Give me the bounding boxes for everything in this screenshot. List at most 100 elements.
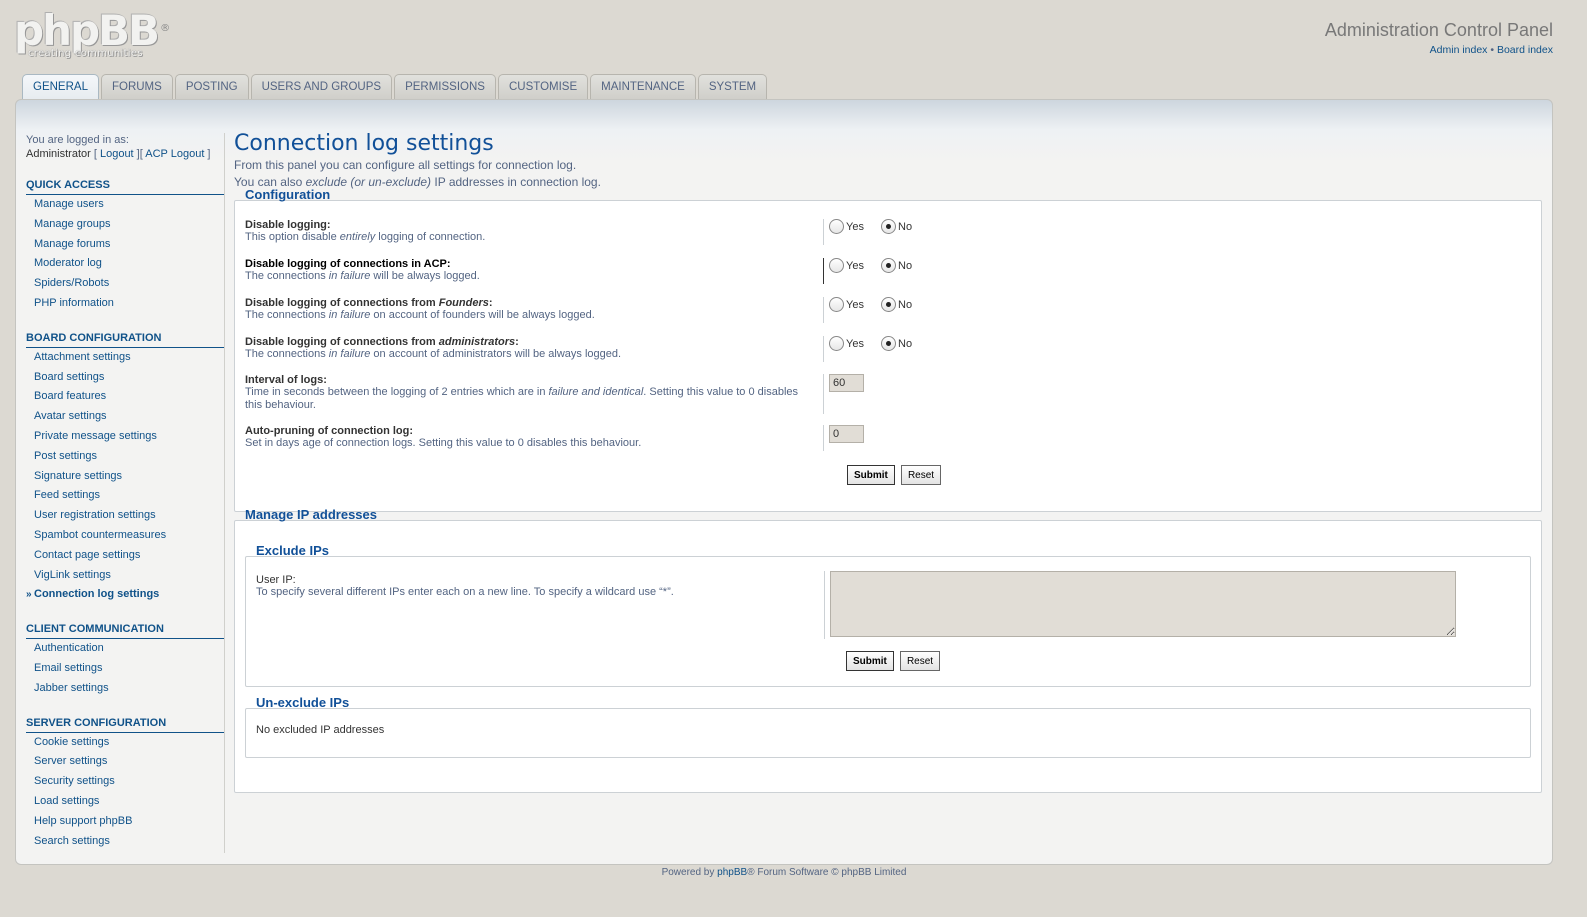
sidebar-item-php-information[interactable]: PHP information [26,294,225,314]
sidebar-item-load-settings[interactable]: Load settings [26,792,225,812]
disable-founders-options: Yes No [823,297,926,323]
interval-input[interactable] [829,374,864,392]
main-heading: Connection log settings [234,131,494,156]
sidebar-item-email-settings[interactable]: Email settings [26,659,225,679]
sidebar-item-contact-page-settings[interactable]: Contact page settings [26,546,225,566]
sidebar-item-manage-groups[interactable]: Manage groups [26,215,225,235]
disable-acp-no-radio[interactable] [881,258,897,273]
sidebar-item-manage-users[interactable]: Manage users [26,195,225,215]
menu-server-configuration: Server configuration Cookie settings Ser… [26,717,225,852]
sidebar-item-jabber-settings[interactable]: Jabber settings [26,679,225,699]
menu-quick-access: Quick access Manage users Manage groups … [26,179,225,314]
board-index-link[interactable]: Board index [1497,44,1553,56]
exclude-actions: Submit Reset [846,651,941,671]
disable-logging-title: Disable logging: [245,219,331,231]
interval-title: Interval of logs: [245,374,327,386]
username: Administrator [26,148,91,160]
exclude-submit-button[interactable]: Submit [846,651,894,671]
disable-founders-desc: The connections in failure on account of… [245,309,595,321]
disable-founders-no-radio[interactable] [881,297,897,312]
header-links: Admin index • Board index [1430,44,1553,56]
sidebar-item-feed-settings[interactable]: Feed settings [26,486,225,506]
unexclude-ips-fieldset: Un-exclude IPs No excluded IP addresses [245,695,1531,758]
manage-ip-fieldset: Manage IP addresses Exclude IPs User IP:… [234,507,1542,793]
no-excluded-ips-text: No excluded IP addresses [256,724,385,736]
page-title: Administration Control Panel [1324,20,1553,40]
disable-logging-options: Yes No [823,219,926,245]
admin-index-link[interactable]: Admin index [1430,44,1488,56]
sidebar-item-avatar-settings[interactable]: Avatar settings [26,407,225,427]
disable-acp-desc: The connections in failure will be alway… [245,270,480,282]
sidebar-item-private-message-settings[interactable]: Private message settings [26,427,225,447]
sidebar-item-board-features[interactable]: Board features [26,387,225,407]
intro-text-1: From this panel you can configure all se… [234,158,577,172]
pruning-desc: Set in days age of connection logs. Sett… [245,437,642,449]
intro-text-2: You can also exclude (or un-exclude) IP … [234,175,601,189]
main-content: Connection log settings From this panel … [234,131,1542,793]
disable-acp-title: Disable logging of connections in ACP: [245,258,451,270]
sidebar-item-moderator-log[interactable]: Moderator log [26,254,225,274]
sidebar-item-spambot-countermeasures[interactable]: Spambot countermeasures [26,526,225,546]
sidebar-item-manage-forums[interactable]: Manage forums [26,235,225,255]
header-link-separator: • [1490,44,1495,56]
disable-acp-yes-radio[interactable] [829,258,844,273]
sidebar-item-search-settings[interactable]: Search settings [26,832,225,852]
footer-powered-by: Powered by [661,867,718,878]
exclude-reset-button[interactable]: Reset [899,651,941,671]
disable-logging-desc: This option disable entirely logging of … [245,231,486,243]
logout-link[interactable]: Logout [100,148,134,160]
disable-admins-options: Yes No [823,336,926,362]
login-info: You are logged in as: Administrator [ Lo… [26,133,225,161]
sidebar-item-security-settings[interactable]: Security settings [26,772,225,792]
menu-heading: Server configuration [26,717,225,733]
menu-board-configuration: Board configuration Attachment settings … [26,332,225,605]
phpbb-logo[interactable]: phpBB ® creating communities [14,10,174,64]
pruning-input[interactable] [829,425,864,443]
exclude-ips-fieldset: Exclude IPs User IP: To specify several … [245,543,1531,687]
disable-admins-yes-radio[interactable] [829,336,844,351]
tab-maintenance[interactable]: Maintenance [590,74,696,100]
tab-forums[interactable]: Forums [100,74,173,100]
disable-founders-yes-radio[interactable] [829,297,844,312]
tab-general[interactable]: General [22,74,99,101]
disable-admins-no-radio[interactable] [881,336,897,351]
sidebar-item-board-settings[interactable]: Board settings [26,368,225,388]
configuration-fieldset: Configuration Disable logging: This opti… [234,187,1542,512]
disable-logging-no-radio[interactable] [881,219,897,234]
sidebar-item-signature-settings[interactable]: Signature settings [26,467,225,487]
sidebar-item-connection-log-settings[interactable]: Connection log settings [26,585,225,605]
user-ip-label: User IP: To specify several different IP… [256,574,816,598]
user-ip-desc: To specify several different IPs enter e… [256,586,674,598]
sidebar-item-cookie-settings[interactable]: Cookie settings [26,733,225,753]
config-reset-button[interactable]: Reset [900,465,942,485]
sidebar-item-authentication[interactable]: Authentication [26,639,225,659]
sidebar: You are logged in as: Administrator [ Lo… [26,133,225,851]
sidebar-item-attachment-settings[interactable]: Attachment settings [26,348,225,368]
pruning-title: Auto-pruning of connection log: [245,425,414,437]
logo-tagline: creating communities [28,48,143,59]
sidebar-item-user-registration-settings[interactable]: User registration settings [26,506,225,526]
tab-users-and-groups[interactable]: Users and Groups [250,74,393,100]
footer-phpbb-link[interactable]: phpBB [717,867,747,878]
sidebar-item-post-settings[interactable]: Post settings [26,447,225,467]
tab-customise[interactable]: Customise [497,74,589,100]
tab-permissions[interactable]: Permissions [394,74,496,100]
main-tabs: General Forums Posting Users and Groups … [22,74,768,101]
disable-logging-yes-radio[interactable] [829,219,844,234]
user-ip-textarea[interactable] [830,571,1456,637]
tab-system[interactable]: System [697,74,768,100]
sidebar-item-help-support-phpbb[interactable]: Help support phpBB [26,812,225,832]
acp-logout-link[interactable]: ACP Logout [145,148,204,160]
sidebar-item-server-settings[interactable]: Server settings [26,752,225,772]
exclude-ips-legend: Exclude IPs [256,543,329,558]
tab-posting[interactable]: Posting [174,74,249,100]
sidebar-item-spiders-robots[interactable]: Spiders/Robots [26,274,225,294]
disable-founders-title: Disable logging of connections from Foun… [245,297,493,309]
config-submit-button[interactable]: Submit [847,465,895,485]
sidebar-item-viglink-settings[interactable]: VigLink settings [26,566,225,586]
interval-desc: Time in seconds between the logging of 2… [245,386,799,411]
config-actions: Submit Reset [847,465,942,485]
unexclude-ips-legend: Un-exclude IPs [256,695,350,710]
logo-brand: phpBB ® [14,6,171,55]
footer-copyright: ® Forum Software © phpBB Limited [747,867,907,878]
